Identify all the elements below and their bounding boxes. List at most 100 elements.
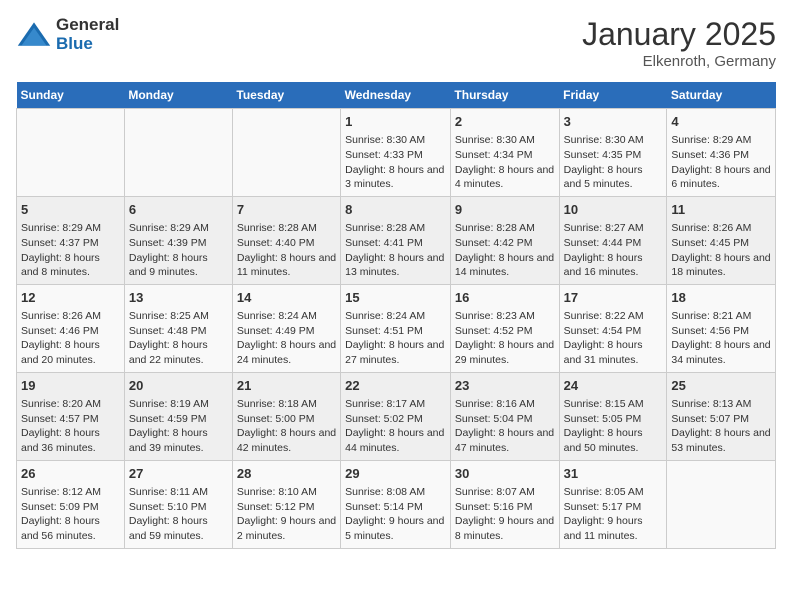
logo-blue: Blue bbox=[56, 35, 119, 54]
cell-content: Sunrise: 8:27 AMSunset: 4:44 PMDaylight:… bbox=[564, 221, 663, 280]
cell-content: Sunrise: 8:28 AMSunset: 4:42 PMDaylight:… bbox=[455, 221, 555, 280]
table-row: 29 Sunrise: 8:08 AMSunset: 5:14 PMDayligh… bbox=[341, 460, 451, 548]
calendar-row: 26 Sunrise: 8:12 AMSunset: 5:09 PMDayligh… bbox=[17, 460, 776, 548]
header-tuesday: Tuesday bbox=[232, 82, 340, 109]
table-row: 8Sunrise: 8:28 AMSunset: 4:41 PMDaylight… bbox=[341, 196, 451, 284]
cell-content: Sunrise: 8:30 AMSunset: 4:35 PMDaylight:… bbox=[564, 133, 663, 192]
table-row bbox=[124, 109, 232, 197]
day-number: 30 bbox=[455, 465, 555, 483]
day-number: 7 bbox=[237, 201, 336, 219]
cell-content: Sunrise: 8:29 AMSunset: 4:36 PMDaylight:… bbox=[671, 133, 771, 192]
table-row: 4Sunrise: 8:29 AMSunset: 4:36 PMDaylight… bbox=[667, 109, 776, 197]
cell-content: Sunrise: 8:13 AMSunset: 5:07 PMDaylight:… bbox=[671, 397, 771, 456]
day-number: 25 bbox=[671, 377, 771, 395]
day-number: 22 bbox=[345, 377, 446, 395]
table-row: 20 Sunrise: 8:19 AMSunset: 4:59 PMDayligh… bbox=[124, 372, 232, 460]
table-row: 25 Sunrise: 8:13 AMSunset: 5:07 PMDayligh… bbox=[667, 372, 776, 460]
day-number: 16 bbox=[455, 289, 555, 307]
day-number: 18 bbox=[671, 289, 771, 307]
table-row: 14Sunrise: 8:24 AMSunset: 4:49 PMDayligh… bbox=[232, 284, 340, 372]
table-row bbox=[17, 109, 125, 197]
cell-content: Sunrise: 8:23 AMSunset: 4:52 PMDaylight:… bbox=[455, 309, 555, 368]
cell-content: Sunrise: 8:28 AMSunset: 4:41 PMDaylight:… bbox=[345, 221, 446, 280]
day-number: 20 bbox=[129, 377, 228, 395]
day-number: 1 bbox=[345, 113, 446, 131]
header-wednesday: Wednesday bbox=[341, 82, 451, 109]
cell-content: Sunrise: 8:16 AMSunset: 5:04 PMDaylight:… bbox=[455, 397, 555, 456]
day-number: 19 bbox=[21, 377, 120, 395]
table-row: 18 Sunrise: 8:21 AMSunset: 4:56 PMDayligh… bbox=[667, 284, 776, 372]
table-row: 12 Sunrise: 8:26 AMSunset: 4:46 PMDayligh… bbox=[17, 284, 125, 372]
day-number: 23 bbox=[455, 377, 555, 395]
day-number: 28 bbox=[237, 465, 336, 483]
day-number: 6 bbox=[129, 201, 228, 219]
table-row: 28 Sunrise: 8:10 AMSunset: 5:12 PMDayligh… bbox=[232, 460, 340, 548]
header-sunday: Sunday bbox=[17, 82, 125, 109]
cell-content: Sunrise: 8:30 AMSunset: 4:34 PMDaylight:… bbox=[455, 133, 555, 192]
header-thursday: Thursday bbox=[450, 82, 559, 109]
table-row: 31Sunrise: 8:05 AMSunset: 5:17 PMDayligh… bbox=[559, 460, 667, 548]
header-monday: Monday bbox=[124, 82, 232, 109]
header-saturday: Saturday bbox=[667, 82, 776, 109]
table-row: 15Sunrise: 8:24 AMSunset: 4:51 PMDayligh… bbox=[341, 284, 451, 372]
table-row: 7 Sunrise: 8:28 AMSunset: 4:40 PMDaylight… bbox=[232, 196, 340, 284]
cell-content: Sunrise: 8:11 AMSunset: 5:10 PMDaylight:… bbox=[129, 485, 228, 544]
table-row: 19 Sunrise: 8:20 AMSunset: 4:57 PMDayligh… bbox=[17, 372, 125, 460]
day-number: 27 bbox=[129, 465, 228, 483]
calendar-row: 12 Sunrise: 8:26 AMSunset: 4:46 PMDayligh… bbox=[17, 284, 776, 372]
logo-general: General bbox=[56, 16, 119, 35]
page-header: General Blue January 2025 Elkenroth, Ger… bbox=[16, 16, 776, 70]
table-row: 2 Sunrise: 8:30 AMSunset: 4:34 PMDaylight… bbox=[450, 109, 559, 197]
logo: General Blue bbox=[16, 16, 119, 53]
day-number: 15 bbox=[345, 289, 446, 307]
calendar-row: 5 Sunrise: 8:29 AMSunset: 4:37 PMDaylight… bbox=[17, 196, 776, 284]
header-row: Sunday Monday Tuesday Wednesday Thursday… bbox=[17, 82, 776, 109]
table-row: 23 Sunrise: 8:16 AMSunset: 5:04 PMDayligh… bbox=[450, 372, 559, 460]
table-row: 17Sunrise: 8:22 AMSunset: 4:54 PMDayligh… bbox=[559, 284, 667, 372]
cell-content: Sunrise: 8:07 AMSunset: 5:16 PMDaylight:… bbox=[455, 485, 555, 544]
cell-content: Sunrise: 8:21 AMSunset: 4:56 PMDaylight:… bbox=[671, 309, 771, 368]
day-number: 9 bbox=[455, 201, 555, 219]
cell-content: Sunrise: 8:28 AMSunset: 4:40 PMDaylight:… bbox=[237, 221, 336, 280]
day-number: 10 bbox=[564, 201, 663, 219]
subtitle: Elkenroth, Germany bbox=[582, 53, 776, 70]
table-row: 22 Sunrise: 8:17 AMSunset: 5:02 PMDayligh… bbox=[341, 372, 451, 460]
cell-content: Sunrise: 8:30 AMSunset: 4:33 PMDaylight:… bbox=[345, 133, 446, 192]
cell-content: Sunrise: 8:19 AMSunset: 4:59 PMDaylight:… bbox=[129, 397, 228, 456]
title-block: January 2025 Elkenroth, Germany bbox=[582, 16, 776, 70]
cell-content: Sunrise: 8:10 AMSunset: 5:12 PMDaylight:… bbox=[237, 485, 336, 544]
day-number: 2 bbox=[455, 113, 555, 131]
day-number: 29 bbox=[345, 465, 446, 483]
table-row: 24Sunrise: 8:15 AMSunset: 5:05 PMDayligh… bbox=[559, 372, 667, 460]
day-number: 24 bbox=[564, 377, 663, 395]
cell-content: Sunrise: 8:29 AMSunset: 4:37 PMDaylight:… bbox=[21, 221, 120, 280]
table-row: 13Sunrise: 8:25 AMSunset: 4:48 PMDayligh… bbox=[124, 284, 232, 372]
calendar-row: 1 Sunrise: 8:30 AMSunset: 4:33 PMDaylight… bbox=[17, 109, 776, 197]
main-title: January 2025 bbox=[582, 16, 776, 53]
cell-content: Sunrise: 8:26 AMSunset: 4:45 PMDaylight:… bbox=[671, 221, 771, 280]
cell-content: Sunrise: 8:29 AMSunset: 4:39 PMDaylight:… bbox=[129, 221, 228, 280]
day-number: 26 bbox=[21, 465, 120, 483]
day-number: 5 bbox=[21, 201, 120, 219]
table-row bbox=[667, 460, 776, 548]
table-row: 10 Sunrise: 8:27 AMSunset: 4:44 PMDayligh… bbox=[559, 196, 667, 284]
day-number: 31 bbox=[564, 465, 663, 483]
calendar-row: 19 Sunrise: 8:20 AMSunset: 4:57 PMDayligh… bbox=[17, 372, 776, 460]
cell-content: Sunrise: 8:24 AMSunset: 4:49 PMDaylight:… bbox=[237, 309, 336, 368]
table-row: 11Sunrise: 8:26 AMSunset: 4:45 PMDayligh… bbox=[667, 196, 776, 284]
day-number: 3 bbox=[564, 113, 663, 131]
cell-content: Sunrise: 8:22 AMSunset: 4:54 PMDaylight:… bbox=[564, 309, 663, 368]
table-row: 27 Sunrise: 8:11 AMSunset: 5:10 PMDayligh… bbox=[124, 460, 232, 548]
cell-content: Sunrise: 8:17 AMSunset: 5:02 PMDaylight:… bbox=[345, 397, 446, 456]
table-row: 9 Sunrise: 8:28 AMSunset: 4:42 PMDaylight… bbox=[450, 196, 559, 284]
day-number: 21 bbox=[237, 377, 336, 395]
cell-content: Sunrise: 8:08 AMSunset: 5:14 PMDaylight:… bbox=[345, 485, 446, 544]
table-row: 16 Sunrise: 8:23 AMSunset: 4:52 PMDayligh… bbox=[450, 284, 559, 372]
cell-content: Sunrise: 8:20 AMSunset: 4:57 PMDaylight:… bbox=[21, 397, 120, 456]
table-row: 1 Sunrise: 8:30 AMSunset: 4:33 PMDaylight… bbox=[341, 109, 451, 197]
cell-content: Sunrise: 8:26 AMSunset: 4:46 PMDaylight:… bbox=[21, 309, 120, 368]
table-row: 6 Sunrise: 8:29 AMSunset: 4:39 PMDaylight… bbox=[124, 196, 232, 284]
cell-content: Sunrise: 8:12 AMSunset: 5:09 PMDaylight:… bbox=[21, 485, 120, 544]
day-number: 12 bbox=[21, 289, 120, 307]
table-row: 30 Sunrise: 8:07 AMSunset: 5:16 PMDayligh… bbox=[450, 460, 559, 548]
